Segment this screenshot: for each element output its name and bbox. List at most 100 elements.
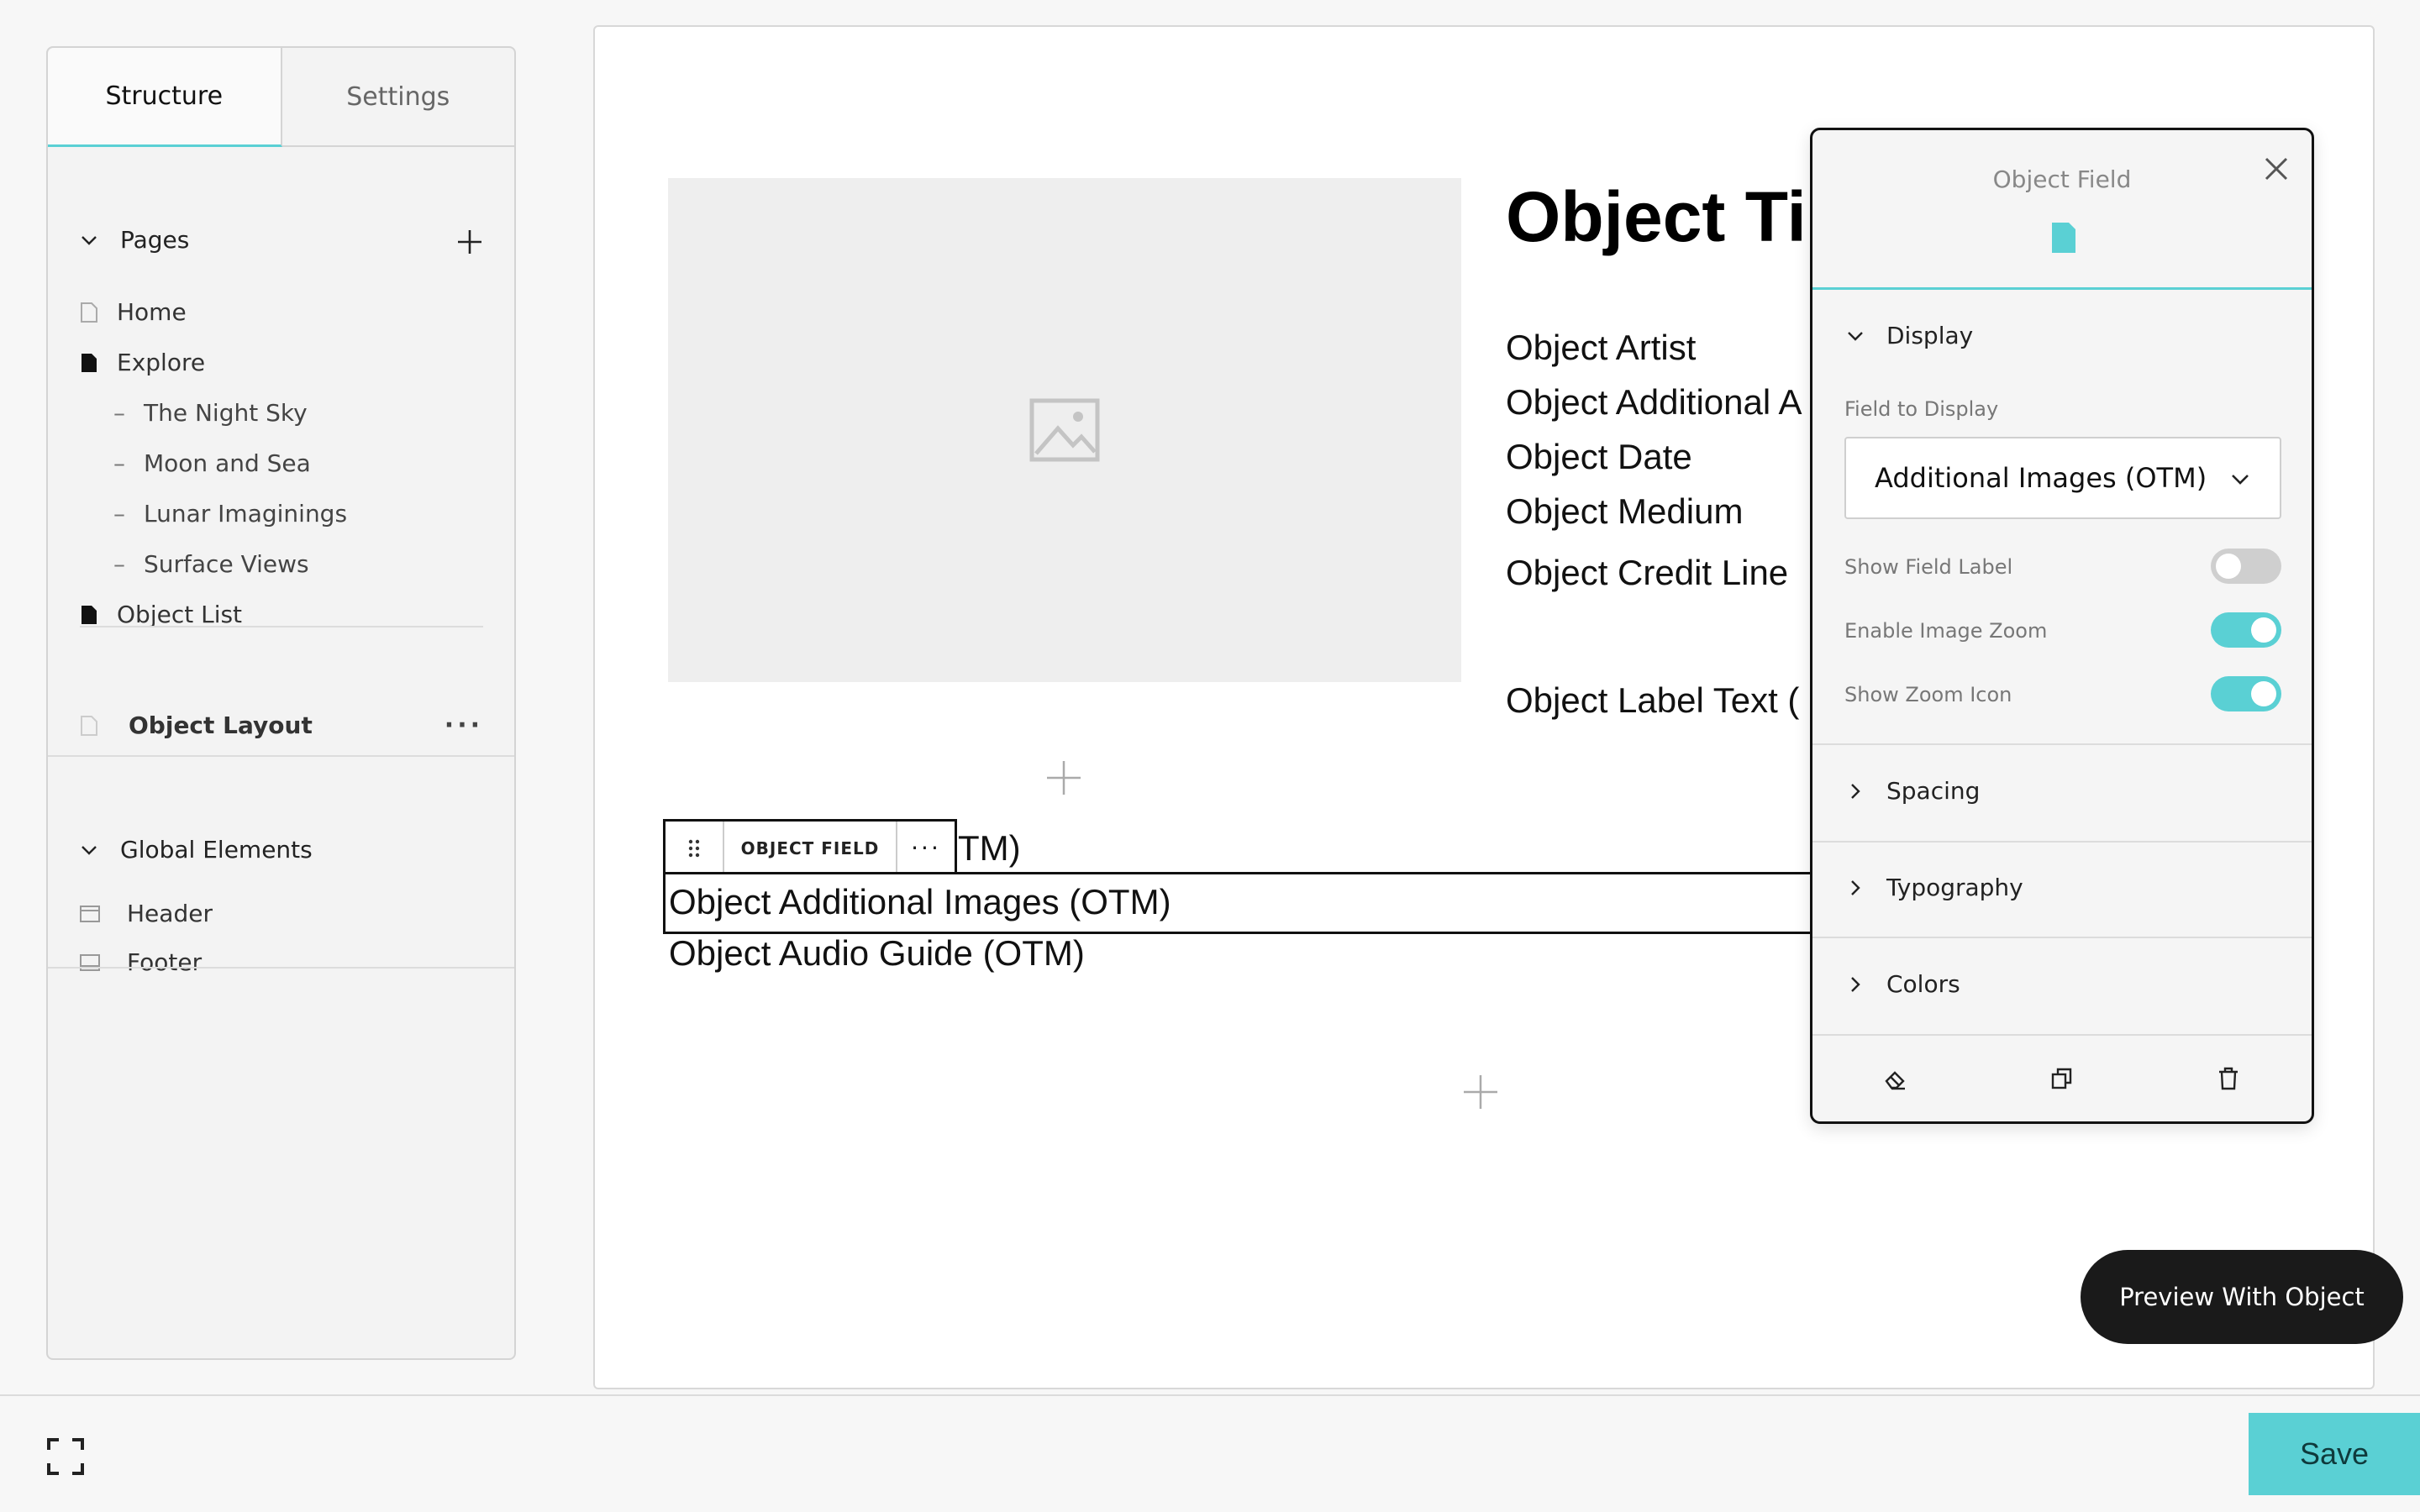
panel-header: Object Field [1812,130,2312,290]
delete-button[interactable] [2145,1036,2312,1121]
duplicate-icon [2051,1068,2072,1089]
global-item-header[interactable]: Header [80,900,213,927]
toggle-knob [2251,617,2276,643]
global-item-label: Header [127,900,213,927]
page-icon [81,302,97,323]
object-layout-more-button[interactable]: ··· [445,711,483,740]
chevron-down-icon [1848,331,1863,341]
subpage-item[interactable]: – Surface Views [113,550,309,578]
object-field-line[interactable]: Object Audio Guide (OTM) [669,933,1085,974]
trash-icon [2219,1067,2238,1090]
chevron-down-icon [82,845,97,855]
toggle-knob [2251,681,2276,706]
preview-with-object-button[interactable]: Preview With Object [2081,1250,2403,1344]
display-section-label: Display [1886,322,1974,349]
pages-section-header[interactable]: Pages [80,226,189,254]
tab-settings[interactable]: Settings [282,48,515,145]
object-field-toolbar: OBJECT FIELD ··· [663,819,957,874]
chevron-down-icon [2232,475,2249,485]
clear-styles-button[interactable] [1812,1036,1979,1121]
divider [48,967,514,969]
global-elements-header[interactable]: Global Elements [80,836,313,864]
section-label: Spacing [1886,777,1981,805]
show-field-label-toggle[interactable] [2211,549,2281,584]
page-filled-icon [82,605,97,624]
block-type-label: OBJECT FIELD [740,837,880,858]
spacing-section-header[interactable]: Spacing [1846,777,1980,805]
page-filled-icon [82,353,97,372]
field-to-display-value: Additional Images (OTM) [1875,462,2207,494]
dash: – [113,399,125,427]
object-field-line[interactable]: Object Medium [1506,491,1743,532]
subpage-item[interactable]: – The Night Sky [113,399,308,427]
tab-structure[interactable]: Structure [48,48,282,147]
toggle-label: Enable Image Zoom [1844,619,2048,643]
subpage-label: The Night Sky [144,399,308,427]
display-section-header[interactable]: Display [1846,322,1973,349]
global-elements-label: Global Elements [120,836,313,864]
object-field-line[interactable]: Object Credit Line [1506,553,1788,593]
show-zoom-icon-toggle[interactable] [2211,676,2281,711]
add-page-button[interactable] [455,228,484,256]
selected-field-text[interactable]: Object Additional Images (OTM) [669,882,1171,922]
section-label: Typography [1886,874,2023,901]
bottom-bar [0,1394,2420,1512]
divider [1812,743,2312,745]
drag-handle-icon[interactable] [666,822,724,874]
section-label: Colors [1886,970,1960,998]
object-field-line[interactable]: Object Date [1506,437,1692,477]
duplicate-button[interactable] [1979,1036,2145,1121]
object-title[interactable]: Object Ti [1506,176,1807,258]
image-icon [1029,398,1100,462]
object-field-line[interactable]: Object Label Text ( [1506,680,1799,721]
subpage-label: Moon and Sea [144,449,311,477]
object-field-panel: Object Field Display Field to Display Ad… [1810,128,2314,1124]
dash: – [113,449,125,477]
file-icon [2052,223,2075,253]
partial-field-text[interactable]: TM) [958,828,1021,869]
enable-image-zoom-toggle[interactable] [2211,612,2281,648]
page-label: Explore [117,349,206,376]
add-block-plus-icon[interactable] [1045,759,1082,796]
toggle-label: Show Field Label [1844,555,2013,579]
image-placeholder[interactable] [668,178,1461,682]
panel-title: Object Field [1992,165,2132,193]
global-item-footer[interactable]: Footer [80,948,202,976]
toggle-knob [2216,554,2241,579]
block-more-button[interactable]: ··· [896,822,955,874]
close-icon[interactable] [2260,152,2293,186]
chevron-down-icon [82,235,97,245]
add-block-plus-icon[interactable] [1462,1074,1499,1110]
chevron-right-icon [1851,879,1860,895]
subpage-item[interactable]: – Lunar Imaginings [113,500,347,528]
chevron-right-icon [1851,976,1860,992]
fullscreen-icon[interactable] [47,1438,84,1475]
field-to-display-select[interactable]: Additional Images (OTM) [1844,437,2281,519]
dash: – [113,550,125,578]
page-item-object-list[interactable]: Object List [80,601,242,628]
object-layout-item[interactable]: Object Layout ··· [80,711,483,740]
page-item-home[interactable]: Home [80,298,187,326]
colors-section-header[interactable]: Colors [1846,970,1960,998]
divider [1812,937,2312,938]
divider [1812,841,2312,843]
structure-sidebar: Structure Settings Pages Home Explore – T… [46,46,516,1360]
divider [48,755,514,757]
page-item-explore[interactable]: Explore [80,349,205,376]
header-layout-icon [80,905,100,922]
eraser-icon [1885,1071,1905,1090]
subpage-item[interactable]: – Moon and Sea [113,449,311,477]
object-field-line[interactable]: Object Artist [1506,328,1696,368]
subpage-label: Lunar Imaginings [144,500,348,528]
panel-footer [1812,1036,2312,1121]
dash: – [113,500,125,528]
page-label: Home [117,298,187,326]
typography-section-header[interactable]: Typography [1846,874,2023,901]
object-field-line[interactable]: Object Additional A [1506,382,1802,423]
sidebar-tabs: Structure Settings [48,48,514,147]
page-icon [81,715,97,736]
chevron-right-icon [1851,783,1860,799]
page-label: Object List [117,601,243,628]
toggle-label: Show Zoom Icon [1844,683,2012,706]
save-button[interactable]: Save [2249,1413,2420,1495]
